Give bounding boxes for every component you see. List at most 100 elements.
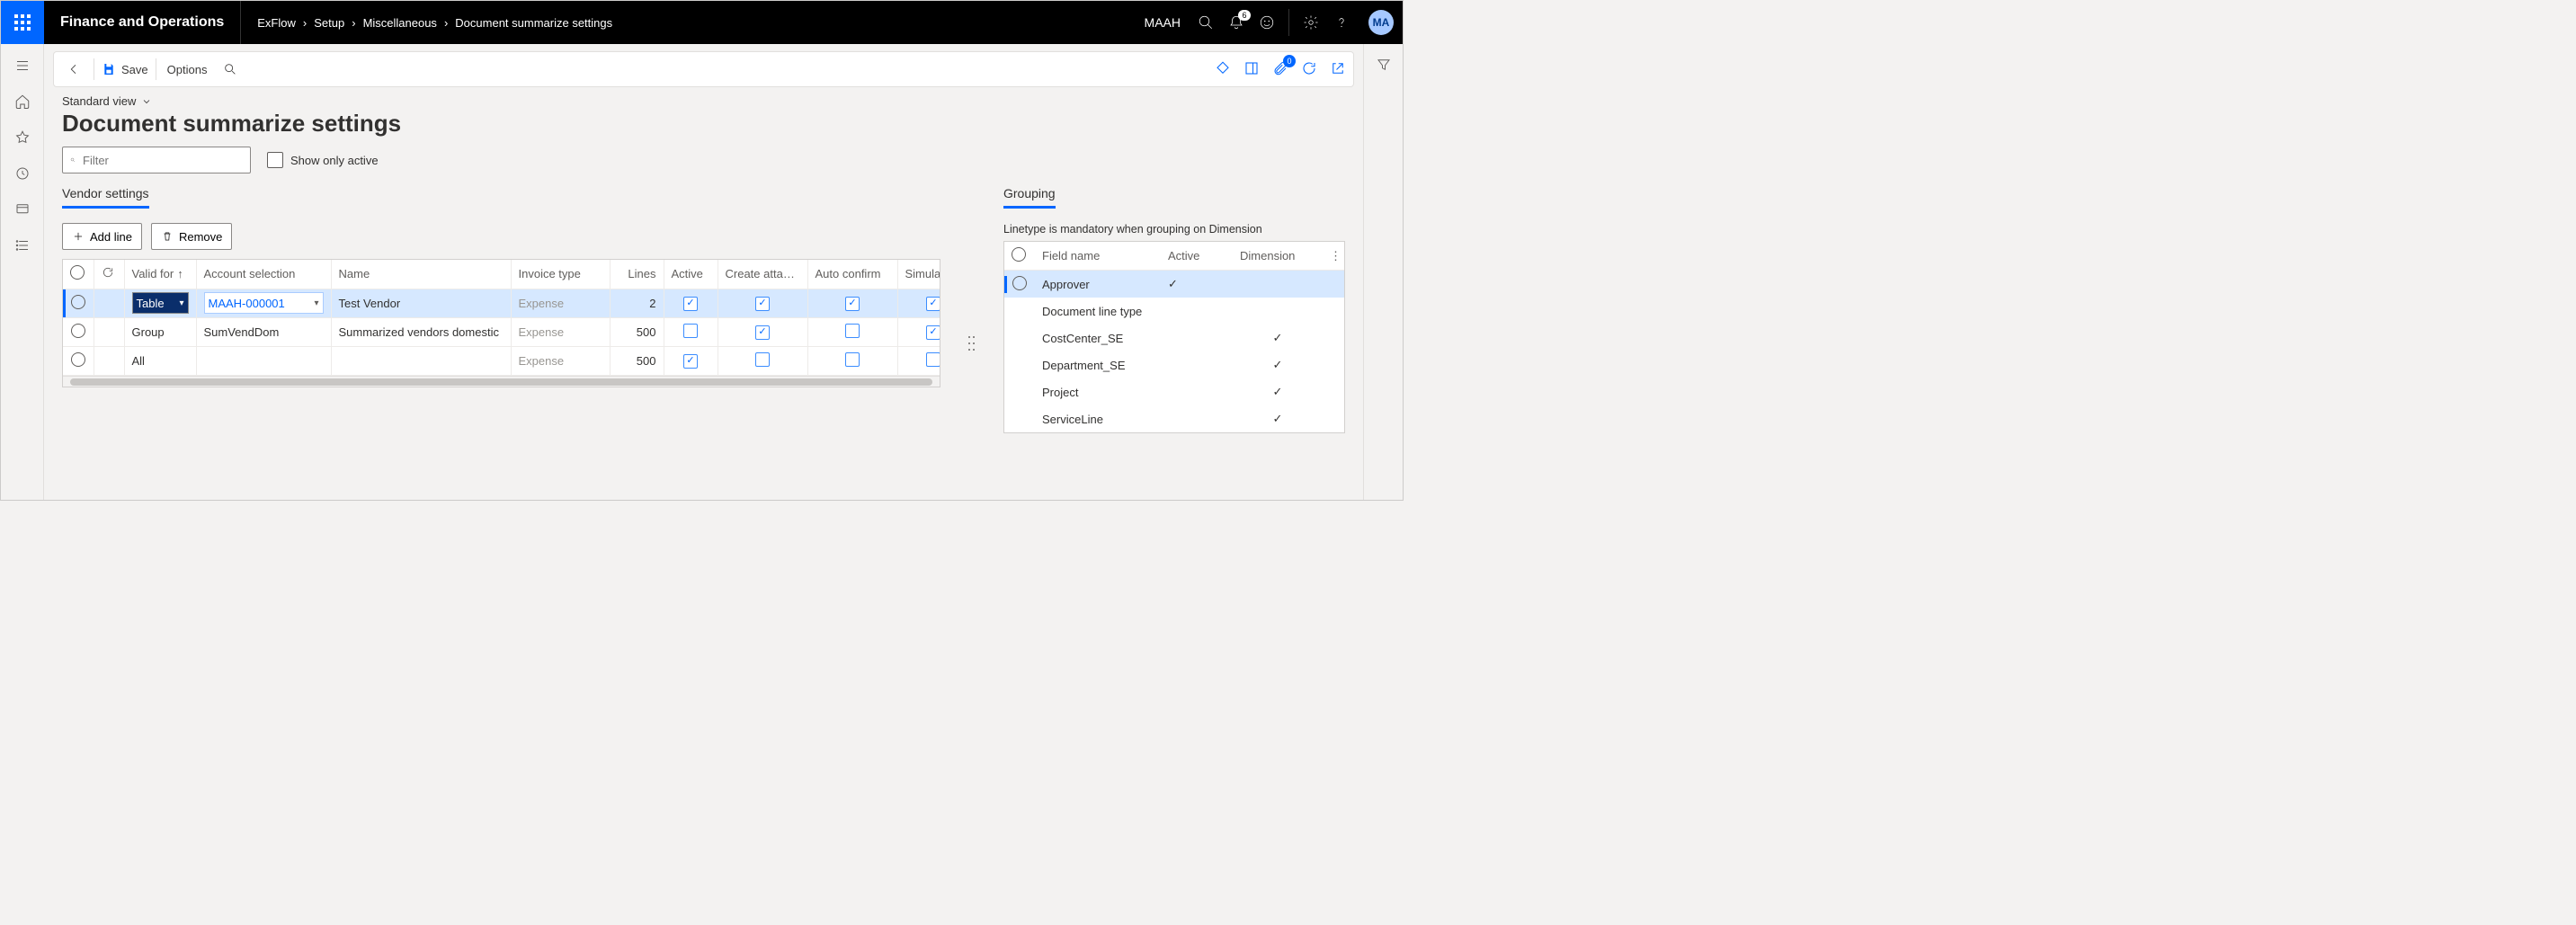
col-auto-confirm[interactable]: Auto confirm: [807, 260, 897, 289]
filter-funnel-icon[interactable]: [1376, 57, 1392, 76]
refresh-icon[interactable]: [1301, 60, 1317, 79]
attach-icon[interactable]: 0: [1272, 60, 1288, 79]
grouping-row[interactable]: CostCenter_SE: [1004, 325, 1344, 351]
cell-invoice-type: Expense: [511, 346, 610, 375]
add-line-button[interactable]: Add line: [62, 223, 142, 250]
avatar[interactable]: MA: [1368, 10, 1394, 35]
gcol-active[interactable]: Active: [1161, 249, 1233, 262]
chevron-right-icon: ›: [350, 16, 357, 30]
col-lines[interactable]: Lines: [610, 260, 664, 289]
checkbox[interactable]: [755, 297, 770, 311]
grouping-row[interactable]: Project: [1004, 378, 1344, 405]
diamond-icon[interactable]: [1215, 60, 1231, 79]
save-button[interactable]: Save: [102, 62, 148, 76]
checkbox[interactable]: [845, 324, 860, 338]
col-select[interactable]: [63, 260, 94, 289]
checkbox[interactable]: [926, 325, 940, 340]
row-radio[interactable]: [71, 352, 85, 367]
tab-grouping[interactable]: Grouping: [1003, 186, 1056, 209]
search-icon[interactable]: [1197, 13, 1215, 31]
grouping-grid: Field name Active Dimension ⋮ ApproverDo…: [1003, 241, 1345, 433]
col-active[interactable]: Active: [664, 260, 718, 289]
back-button[interactable]: [61, 57, 86, 82]
checkbox[interactable]: [755, 352, 770, 367]
crumb-1[interactable]: Setup: [314, 16, 344, 30]
grouping-row[interactable]: Document line type: [1004, 298, 1344, 325]
topbar: Finance and Operations ExFlow › Setup › …: [1, 1, 1403, 44]
table-row[interactable]: Table▾MAAH-000001▾Test VendorExpense2: [63, 289, 940, 317]
workspace-icon[interactable]: [13, 200, 31, 218]
panel-icon[interactable]: [1243, 60, 1260, 79]
chevron-down-icon: [141, 96, 152, 107]
cell-lines: 2: [610, 289, 664, 317]
checkbox[interactable]: [926, 297, 940, 311]
crumb-2[interactable]: Miscellaneous: [363, 16, 437, 30]
popout-icon[interactable]: [1330, 60, 1346, 79]
page-title: Document summarize settings: [62, 110, 1345, 138]
filter-input-wrap[interactable]: [62, 147, 251, 173]
checkbox[interactable]: [926, 352, 940, 367]
star-icon[interactable]: [13, 129, 31, 147]
col-refresh[interactable]: [94, 260, 124, 289]
grid-header-row: Valid for↑ Account selection Name Invoic…: [63, 260, 940, 289]
cell-field: Department_SE: [1035, 359, 1161, 372]
user-code: MAAH: [1145, 15, 1184, 30]
remove-label: Remove: [179, 230, 222, 244]
crumb-3[interactable]: Document summarize settings: [455, 16, 612, 30]
grouping-row[interactable]: ServiceLine: [1004, 405, 1344, 432]
left-nav-rail: [1, 44, 44, 500]
valid-for-dropdown[interactable]: Table▾: [132, 292, 189, 314]
add-line-label: Add line: [90, 230, 132, 244]
remove-button[interactable]: Remove: [151, 223, 232, 250]
home-icon[interactable]: [13, 93, 31, 111]
cell-name: Test Vendor: [331, 289, 511, 317]
clock-icon[interactable]: [13, 165, 31, 182]
app-launcher[interactable]: [1, 1, 44, 44]
col-valid-for[interactable]: Valid for↑: [124, 260, 196, 289]
filter-input[interactable]: [81, 153, 243, 168]
grouping-row[interactable]: Department_SE: [1004, 351, 1344, 378]
view-selector[interactable]: Standard view: [62, 94, 1345, 108]
search-small-icon[interactable]: [218, 57, 243, 82]
horizontal-scrollbar[interactable]: [63, 376, 940, 387]
smile-icon[interactable]: [1258, 13, 1276, 31]
hamburger-icon[interactable]: [13, 57, 31, 75]
help-icon[interactable]: [1333, 13, 1350, 31]
col-name[interactable]: Name: [331, 260, 511, 289]
checkbox[interactable]: [845, 297, 860, 311]
show-only-active-checkbox[interactable]: Show only active: [267, 152, 379, 168]
checkbox[interactable]: [683, 297, 698, 311]
gcol-field[interactable]: Field name: [1035, 249, 1161, 262]
checkbox[interactable]: [683, 354, 698, 369]
table-row[interactable]: GroupSumVendDomSummarized vendors domest…: [63, 317, 940, 346]
col-simulate[interactable]: Simulate: [897, 260, 940, 289]
gear-icon[interactable]: [1302, 13, 1320, 31]
col-account[interactable]: Account selection: [196, 260, 331, 289]
table-row[interactable]: AllExpense500: [63, 346, 940, 375]
gcol-dimension[interactable]: Dimension: [1233, 249, 1323, 262]
checkbox[interactable]: [683, 324, 698, 338]
list-icon[interactable]: [13, 236, 31, 254]
col-create-attach[interactable]: Create attach...: [718, 260, 807, 289]
gcol-more-icon[interactable]: ⋮: [1323, 249, 1344, 263]
attach-badge: 0: [1283, 55, 1296, 67]
checkbox[interactable]: [845, 352, 860, 367]
grouping-row[interactable]: Approver: [1004, 271, 1344, 298]
crumb-0[interactable]: ExFlow: [257, 16, 296, 30]
row-radio[interactable]: [71, 295, 85, 309]
splitter-handle[interactable]: [967, 186, 976, 500]
app-title: Finance and Operations: [44, 1, 241, 44]
gcol-select[interactable]: [1004, 247, 1035, 264]
checkbox[interactable]: [755, 325, 770, 340]
vendor-settings-grid: Valid for↑ Account selection Name Invoic…: [62, 259, 940, 387]
breadcrumb: ExFlow › Setup › Miscellaneous › Documen…: [241, 16, 612, 30]
options-button[interactable]: Options: [164, 63, 211, 76]
check-icon: [1273, 385, 1283, 398]
bell-icon[interactable]: 6: [1227, 13, 1245, 31]
account-dropdown[interactable]: MAAH-000001▾: [204, 292, 324, 314]
row-radio[interactable]: [71, 324, 85, 338]
tab-vendor-settings[interactable]: Vendor settings: [62, 186, 149, 209]
cell-field: Project: [1035, 386, 1161, 399]
col-invoice-type[interactable]: Invoice type: [511, 260, 610, 289]
row-radio[interactable]: [1012, 276, 1027, 290]
